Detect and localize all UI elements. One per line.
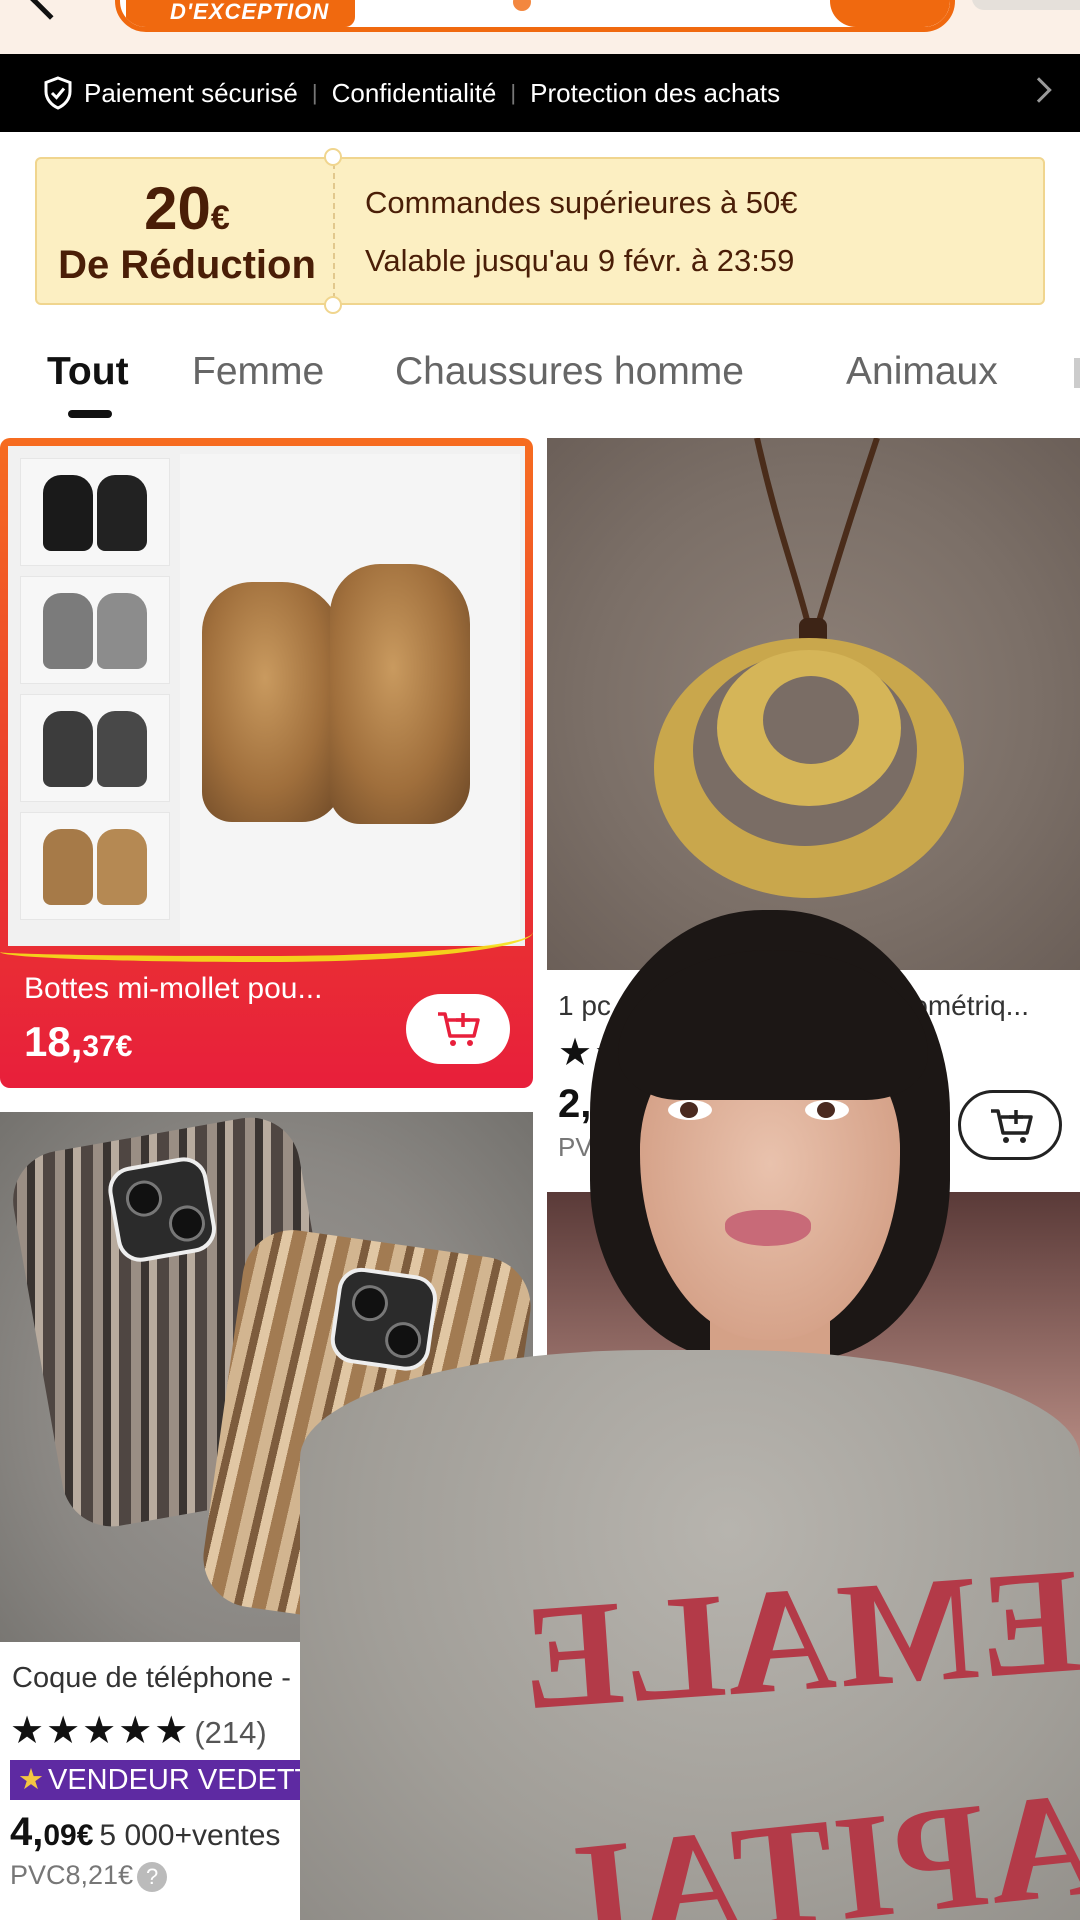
promo-badge: D'EXCEPTION: [126, 0, 356, 27]
discount-coupon[interactable]: 20€ De Réduction Commandes supérieures à…: [35, 148, 1045, 314]
coupon-value: 20€ De Réduction: [37, 159, 337, 303]
boot-right: [330, 564, 470, 824]
back-arrow-icon[interactable]: [30, 0, 70, 20]
tab-chaussures-homme[interactable]: Chaussures homme: [395, 350, 744, 394]
trust-item-protection: Protection des achats: [530, 77, 781, 108]
product-rating: ★★★★★ (214): [10, 1708, 267, 1753]
product-thumbnail-dark-grey[interactable]: [20, 694, 170, 802]
product-image-necklace[interactable]: [547, 438, 1080, 970]
presenter-lips: [725, 1210, 811, 1246]
necklace-illustration: [654, 438, 964, 898]
coupon-notch: [324, 148, 342, 166]
search-button[interactable]: [830, 0, 950, 27]
coupon-label: De Réduction: [58, 243, 316, 287]
header-side-button[interactable]: [972, 0, 1080, 10]
presenter-eye: [805, 1100, 849, 1120]
product-image-gallery: [8, 446, 525, 946]
presenter-eye: [668, 1100, 712, 1120]
tab-femme[interactable]: Femme: [192, 350, 324, 394]
featured-seller-badge: ★ VENDEUR VEDETTE: [10, 1760, 346, 1800]
trust-item-privacy: Confidentialité: [331, 77, 497, 108]
shield-check-icon: [44, 76, 72, 110]
product-pvc: PVC8,21€?: [10, 1860, 168, 1892]
trust-separator: |: [311, 80, 318, 105]
star-icon: ★: [18, 1764, 44, 1796]
category-tabs: Tout Femme Chaussures homme Animaux: [0, 340, 1080, 420]
search-input[interactable]: D'EXCEPTION: [115, 0, 955, 32]
product-price: 18,37€: [24, 1018, 133, 1065]
product-main-image[interactable]: [180, 454, 520, 944]
sales-count: 5 000+ventes: [99, 1819, 281, 1852]
review-count: (214): [194, 1715, 267, 1750]
coupon-validity: Valable jusqu'au 9 févr. à 23:59: [365, 243, 795, 278]
tab-animaux[interactable]: Animaux: [846, 350, 998, 394]
active-tab-indicator: [68, 410, 112, 418]
coupon-divider: [333, 163, 335, 299]
camera-cutout: [104, 1153, 220, 1266]
coupon-amount: 20€: [144, 175, 230, 242]
trust-bar[interactable]: Paiement sécurisé | Confidentialité | Pr…: [0, 54, 1080, 132]
tab-overflow-edge: [1074, 358, 1080, 388]
product-thumbnail-black[interactable]: [20, 458, 170, 566]
coupon-condition: Commandes supérieures à 50€: [365, 185, 798, 220]
product-thumbnail-grey[interactable]: [20, 576, 170, 684]
product-thumbnail-brown[interactable]: [20, 812, 170, 920]
rating-stars: ★★★★★: [10, 1710, 191, 1752]
header-search-bar: D'EXCEPTION: [0, 0, 1080, 54]
product-title[interactable]: Bottes mi-mollet pou...: [24, 972, 322, 1006]
presenter-overlay: FEMALE CAPITAL: [300, 910, 1080, 1920]
product-price: 4,09€ 5 000+ventes: [10, 1810, 281, 1854]
coupon-notch: [324, 296, 342, 314]
chevron-right-icon[interactable]: [1026, 77, 1052, 103]
search-decoration-icon: [513, 0, 531, 11]
help-icon[interactable]: ?: [137, 1861, 168, 1892]
trust-item-payment: Paiement sécurisé: [84, 77, 298, 108]
trust-separator: |: [510, 80, 517, 105]
tab-tout[interactable]: Tout: [47, 350, 129, 394]
boot-left: [202, 582, 342, 822]
